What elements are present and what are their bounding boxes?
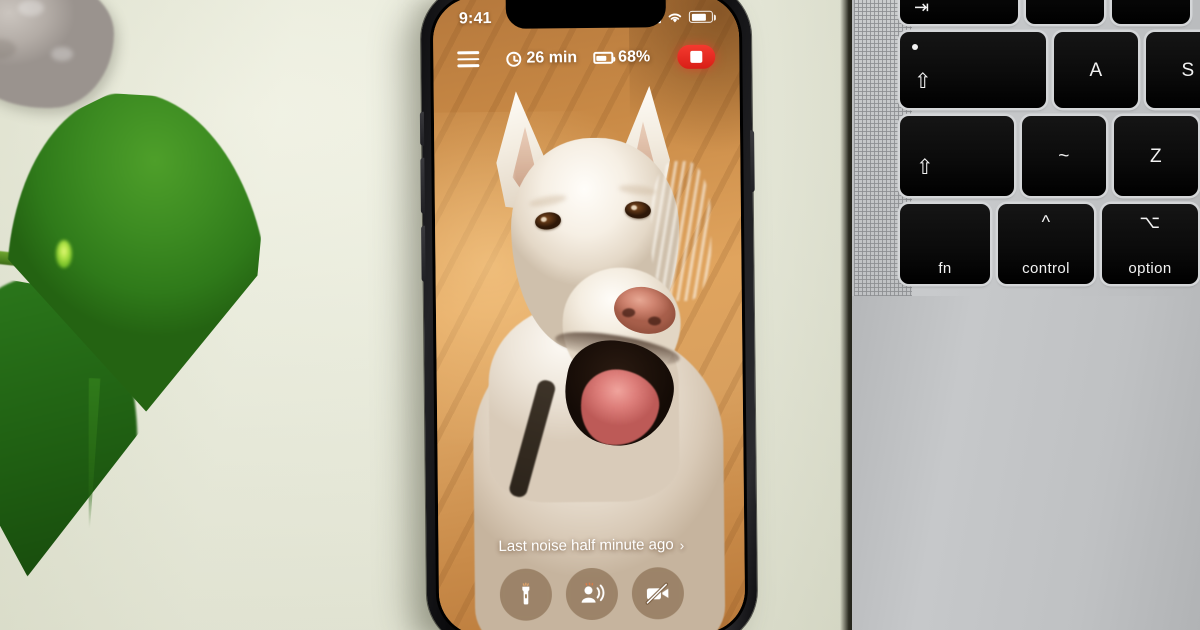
key-option[interactable]: ⌥ option	[1102, 204, 1198, 284]
key-w[interactable]: W	[1112, 0, 1190, 24]
two-way-talk-button[interactable]	[565, 567, 619, 621]
key-tilde[interactable]: ~	[1022, 116, 1106, 196]
option-glyph-icon: ⌥	[1139, 212, 1161, 232]
stop-recording-button[interactable]	[677, 44, 716, 70]
person-speaking-icon	[581, 582, 604, 603]
hamburger-menu-icon[interactable]	[457, 51, 480, 68]
flashlight-button[interactable]	[499, 568, 553, 621]
wifi-icon	[668, 13, 682, 22]
chevron-right-icon: ›	[679, 536, 685, 553]
phone-bezel: 9:41 26 min 68% Last noise half minute a…	[429, 0, 749, 630]
device-battery-icon	[593, 51, 614, 64]
key-s[interactable]: S	[1146, 32, 1200, 108]
session-duration-label: 26 min	[526, 49, 578, 67]
battery-icon	[688, 10, 713, 23]
camera-toggle-button[interactable]	[631, 567, 685, 620]
phone-screen: 9:41 26 min 68% Last noise half minute a…	[432, 0, 746, 630]
macbook-laptop: ⇥ Q W ⇧ A S ⇧ ~	[840, 0, 1200, 630]
key-fn[interactable]: fn	[900, 204, 990, 284]
control-buttons-row	[439, 566, 746, 621]
session-duration: 26 min	[506, 49, 577, 68]
caps-lock-indicator	[912, 44, 918, 50]
control-caret-icon: ^	[1041, 212, 1051, 232]
smartphone: 9:41 26 min 68% Last noise half minute a…	[419, 0, 758, 630]
clock-icon	[506, 51, 522, 67]
flashlight-icon	[522, 582, 530, 605]
key-control[interactable]: ^ control	[998, 204, 1094, 284]
keyboard: ⇥ Q W ⇧ A S ⇧ ~	[900, 0, 1200, 294]
leaf-highlight	[56, 240, 72, 268]
stop-square-icon	[690, 50, 703, 63]
video-camera-off-icon	[645, 582, 669, 605]
laptop-palmrest	[852, 296, 1200, 630]
houseplant	[0, 0, 300, 560]
phone-notch	[505, 0, 666, 29]
bottom-control-area: Last noise half minute ago ›	[438, 535, 745, 621]
key-z[interactable]: Z	[1114, 116, 1198, 196]
shift-arrow-icon: ⇧	[916, 156, 934, 179]
tab-arrow-icon: ⇥	[914, 0, 930, 17]
decorative-stone	[0, 0, 114, 108]
phone-power-button[interactable]	[750, 130, 755, 193]
noise-status-label: Last noise half minute ago	[498, 536, 674, 555]
key-caps-lock[interactable]: ⇧	[900, 32, 1046, 108]
noise-status-row[interactable]: Last noise half minute ago ›	[438, 535, 744, 555]
status-bar-time: 9:41	[458, 10, 492, 28]
key-q[interactable]: Q	[1026, 0, 1104, 24]
phone-volume-down-button[interactable]	[421, 225, 426, 282]
phone-mute-switch[interactable]	[419, 111, 425, 146]
key-shift[interactable]: ⇧	[900, 116, 1014, 196]
key-a[interactable]: A	[1054, 32, 1138, 108]
phone-volume-up-button[interactable]	[420, 157, 425, 214]
device-battery: 68%	[593, 48, 650, 67]
caps-lock-arrow-icon: ⇧	[914, 70, 932, 93]
app-top-bar: 26 min 68%	[433, 38, 739, 77]
session-info: 26 min 68%	[506, 48, 650, 68]
key-tab[interactable]: ⇥	[900, 0, 1018, 24]
device-battery-label: 68%	[618, 48, 651, 66]
desk-scene: ⇥ Q W ⇧ A S ⇧ ~	[0, 0, 1200, 630]
